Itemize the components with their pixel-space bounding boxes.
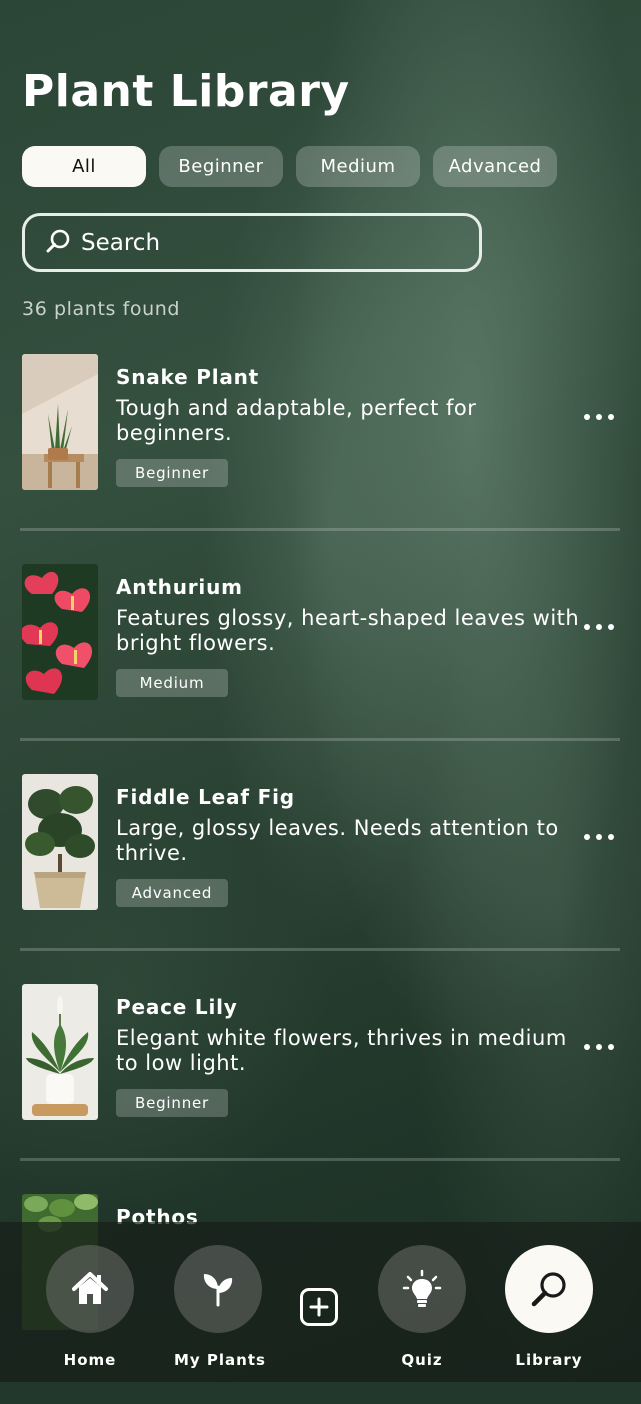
home-icon [46, 1245, 134, 1333]
plant-thumbnail [22, 774, 98, 910]
tab-home[interactable]: Home [46, 1245, 134, 1369]
filter-all[interactable]: All [22, 146, 146, 187]
filter-beginner[interactable]: Beginner [159, 146, 283, 187]
tab-label: Quiz [401, 1351, 443, 1369]
plus-square-icon[interactable] [300, 1288, 338, 1326]
difficulty-badge: Beginner [116, 1089, 228, 1117]
plant-thumbnail [22, 564, 98, 700]
difficulty-badge: Beginner [116, 459, 228, 487]
more-options-icon[interactable] [584, 414, 614, 420]
tab-library[interactable]: Library [505, 1245, 593, 1369]
plant-name: Peace Lily [116, 995, 238, 1019]
more-options-icon[interactable] [584, 1044, 614, 1050]
more-options-icon[interactable] [584, 834, 614, 840]
difficulty-badge: Medium [116, 669, 228, 697]
difficulty-filters: All Beginner Medium Advanced [22, 146, 557, 187]
plant-description: Large, glossy leaves. Needs attention to… [116, 816, 559, 865]
plant-name: Fiddle Leaf Fig [116, 785, 295, 809]
tab-label: Library [515, 1351, 583, 1369]
tab-label: Home [63, 1351, 117, 1369]
more-options-icon[interactable] [584, 624, 614, 630]
divider [20, 1158, 620, 1161]
search-placeholder: Search [81, 229, 161, 256]
filter-medium[interactable]: Medium [296, 146, 420, 187]
plant-description: Elegant white flowers, thrives in medium… [116, 1026, 567, 1075]
tab-label: My Plants [174, 1351, 266, 1369]
plant-name: Anthurium [116, 575, 243, 599]
lightbulb-icon [378, 1245, 466, 1333]
plant-thumbnail [22, 984, 98, 1120]
plant-thumbnail [22, 354, 98, 490]
plant-card[interactable]: Peace Lily Elegant white flowers, thrive… [20, 984, 620, 1194]
plant-name: Snake Plant [116, 365, 260, 389]
search-icon [45, 228, 71, 258]
page-title: Plant Library [22, 66, 350, 117]
sprout-icon [174, 1245, 262, 1333]
plant-card[interactable]: Anthurium Features glossy, heart-shaped … [20, 564, 620, 774]
plant-card[interactable]: Fiddle Leaf Fig Large, glossy leaves. Ne… [20, 774, 620, 984]
plant-card[interactable]: Snake Plant Tough and adaptable, perfect… [20, 354, 620, 564]
plant-description: Tough and adaptable, perfect for beginne… [116, 396, 477, 445]
difficulty-badge: Advanced [116, 879, 228, 907]
plant-library-screen: Plant Library All Beginner Medium Advanc… [0, 0, 641, 1382]
tab-quiz[interactable]: Quiz [378, 1245, 466, 1369]
tab-my-plants[interactable]: My Plants [174, 1245, 266, 1369]
divider [20, 948, 620, 951]
filter-advanced[interactable]: Advanced [433, 146, 557, 187]
search-input[interactable]: Search [22, 213, 482, 272]
plant-description: Features glossy, heart-shaped leaves wit… [116, 606, 580, 655]
divider [20, 738, 620, 741]
results-count: 36 plants found [22, 298, 181, 320]
search-icon [505, 1245, 593, 1333]
bottom-tab-bar: Home My Plants Quiz Library [0, 1222, 641, 1382]
divider [20, 528, 620, 531]
